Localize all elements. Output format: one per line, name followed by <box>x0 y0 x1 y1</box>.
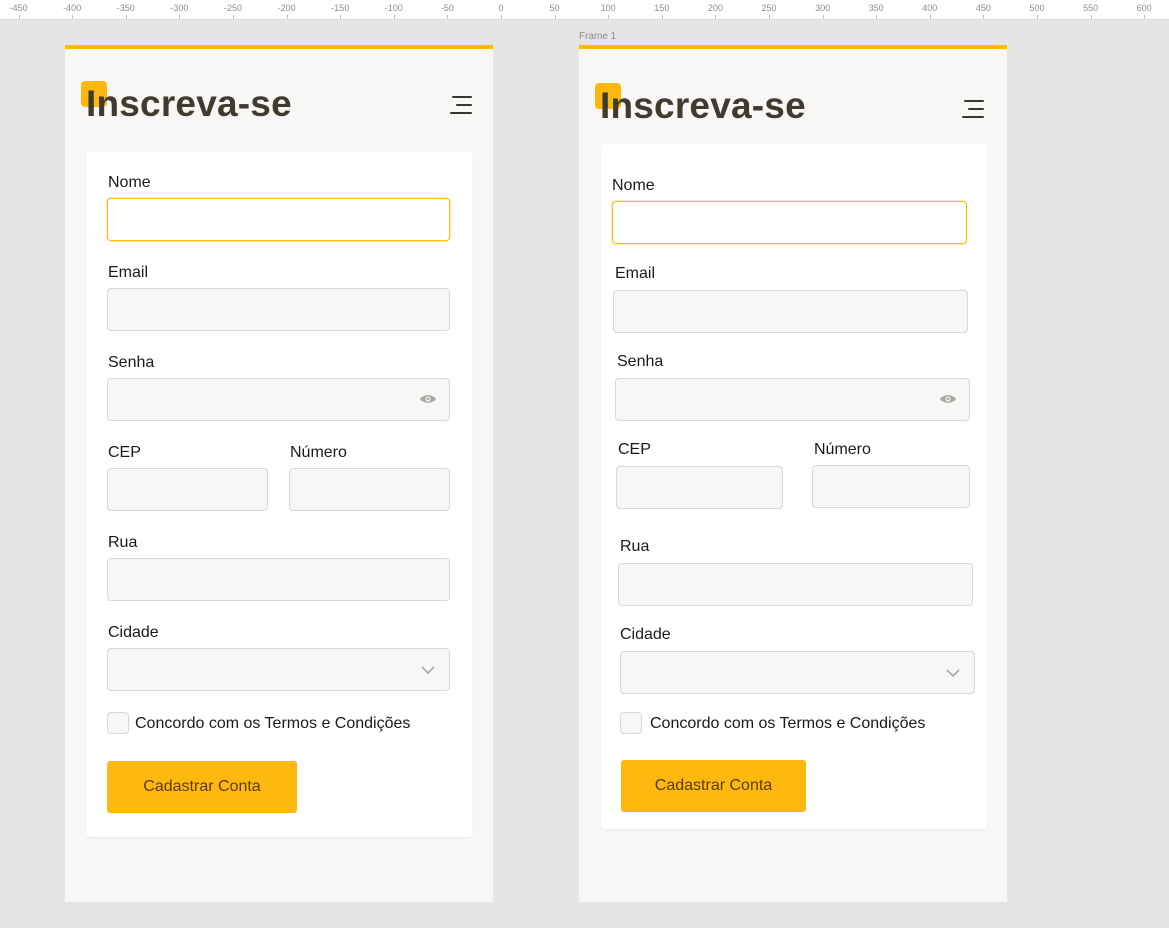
senha-input[interactable] <box>107 378 450 421</box>
ruler-tick-mark <box>929 15 931 19</box>
nome-input[interactable] <box>612 201 967 244</box>
ruler-tick-mark <box>1144 15 1146 19</box>
ruler-tick-mark <box>340 15 342 19</box>
ruler-tick-mark <box>769 15 770 19</box>
ruler-tick-label: 100 <box>600 3 616 13</box>
ruler-tick-mark <box>447 15 449 19</box>
ruler-tick-label: -450 <box>9 3 28 13</box>
ruler-tick-label: 300 <box>815 3 831 13</box>
menu-icon[interactable] <box>962 100 984 118</box>
eye-icon[interactable] <box>939 392 957 406</box>
signup-frame-right[interactable]: Inscreva-se Nome Email Senha CEP Número … <box>579 45 1007 902</box>
senha-input[interactable] <box>615 378 970 421</box>
ruler-tick-mark <box>1090 15 1092 19</box>
eye-icon[interactable] <box>419 392 437 406</box>
submit-button-label: Cadastrar Conta <box>143 778 261 795</box>
ruler-tick-label: 250 <box>761 3 777 13</box>
senha-label: Senha <box>617 353 664 370</box>
submit-button[interactable]: Cadastrar Conta <box>107 761 297 813</box>
ruler-tick-label: 50 <box>549 3 560 13</box>
ruler-tick-label: -150 <box>331 3 350 13</box>
canvas-ruler: -450 -400 -350 -300 -250 -200 -150 -100 -50 0 50 10… <box>0 0 1169 20</box>
cep-input[interactable] <box>616 466 783 509</box>
email-label: Email <box>615 265 656 282</box>
ruler-tick-mark <box>983 15 985 19</box>
rua-input[interactable] <box>107 558 450 601</box>
ruler-tick-label: -50 <box>440 3 454 13</box>
cep-input[interactable] <box>107 468 268 511</box>
rua-label: Rua <box>108 534 138 551</box>
ruler-tick-label: 550 <box>1083 3 1099 13</box>
email-input[interactable] <box>613 290 968 333</box>
menu-icon[interactable] <box>450 96 472 114</box>
ruler-tick-mark <box>286 15 288 19</box>
ruler-tick-mark <box>876 15 878 19</box>
email-input[interactable] <box>107 288 450 331</box>
ruler-tick-mark <box>179 15 181 19</box>
page-title: Inscreva-se <box>86 83 292 124</box>
chevron-down-icon[interactable] <box>946 668 960 678</box>
cep-label: CEP <box>108 444 141 461</box>
ruler-tick-mark <box>125 15 127 19</box>
cidade-select[interactable] <box>620 651 975 694</box>
ruler-tick-mark <box>554 15 556 19</box>
cidade-label: Cidade <box>620 626 671 643</box>
email-label: Email <box>108 264 149 281</box>
submit-button-label: Cadastrar Conta <box>654 777 773 794</box>
ruler-tick-mark <box>1037 15 1038 19</box>
signup-frame-left[interactable]: Inscreva-se Nome Email Senha CEP Número … <box>65 45 493 902</box>
terms-label[interactable]: Concordo com os Termos e Condições <box>650 715 925 733</box>
ruler-tick-label: 0 <box>498 3 504 13</box>
terms-checkbox[interactable] <box>107 712 129 734</box>
numero-input[interactable] <box>289 468 450 511</box>
terms-checkbox[interactable] <box>620 712 642 734</box>
ruler-tick-mark <box>608 15 610 19</box>
submit-button[interactable]: Cadastrar Conta <box>621 760 806 812</box>
ruler-tick-label: -400 <box>63 3 82 13</box>
ruler-tick-label: 200 <box>707 3 723 13</box>
ruler-tick-label: 350 <box>868 3 884 13</box>
signup-form-card: Nome Email Senha CEP Número Rua Cidade C… <box>86 152 472 837</box>
ruler-tick-label: -300 <box>170 3 189 13</box>
ruler-tick-label: 450 <box>975 3 991 13</box>
terms-label[interactable]: Concordo com os Termos e Condições <box>135 715 410 733</box>
ruler-tick-label: 600 <box>1136 3 1152 13</box>
cep-label: CEP <box>618 441 651 458</box>
rua-label: Rua <box>620 538 650 555</box>
ruler-tick-label: -350 <box>116 3 135 13</box>
numero-input[interactable] <box>812 465 970 508</box>
nome-label: Nome <box>612 177 655 194</box>
numero-label: Número <box>290 444 347 461</box>
cidade-label: Cidade <box>108 624 159 641</box>
ruler-tick-mark <box>18 15 20 19</box>
ruler-tick-label: 500 <box>1029 3 1045 13</box>
ruler-tick-label: 150 <box>654 3 670 13</box>
ruler-tick-mark <box>72 15 74 19</box>
nome-input[interactable] <box>107 198 450 241</box>
ruler-tick-mark <box>822 15 824 19</box>
page-title: Inscreva-se <box>600 85 806 126</box>
rua-input[interactable] <box>618 563 973 606</box>
ruler-tick-label: 400 <box>922 3 938 13</box>
signup-form-card: Nome Email Senha CEP Número Rua Cidade C… <box>601 144 987 829</box>
ruler-tick-label: -200 <box>277 3 296 13</box>
numero-label: Número <box>814 441 871 458</box>
ruler-tick-label: -100 <box>384 3 403 13</box>
ruler-tick-label: -250 <box>223 3 243 13</box>
cidade-select[interactable] <box>107 648 450 691</box>
ruler-tick-mark <box>715 15 717 19</box>
ruler-tick-mark <box>393 15 395 19</box>
frame-label[interactable]: Frame 1 <box>579 31 616 42</box>
chevron-down-icon[interactable] <box>421 665 435 675</box>
senha-label: Senha <box>108 354 155 371</box>
nome-label: Nome <box>108 174 151 191</box>
ruler-tick-mark <box>501 15 502 19</box>
ruler-tick-mark <box>661 15 663 19</box>
ruler-tick-mark <box>233 15 234 19</box>
